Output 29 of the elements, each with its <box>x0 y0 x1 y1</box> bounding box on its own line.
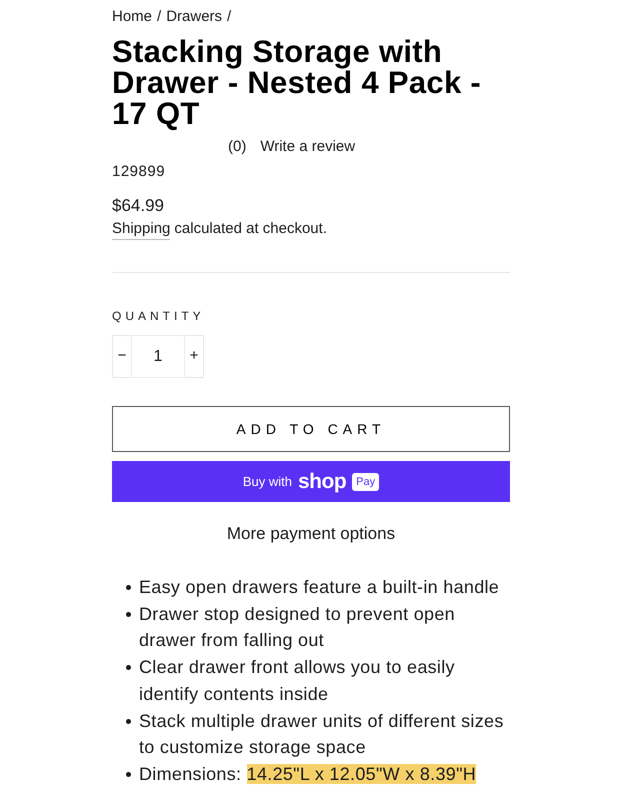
breadcrumb-link[interactable]: Home <box>112 7 152 27</box>
breadcrumb-separator: / <box>227 7 232 27</box>
bullet-icon <box>126 772 131 777</box>
feature-text: Drawer stop designed to prevent open drawer from falling out <box>139 602 456 652</box>
feature-text: Clear drawer front allows you to easily identify contents inside <box>139 656 456 706</box>
shipping-note: calculated at checkout. <box>174 219 327 239</box>
product-price: $64.99 <box>112 195 165 217</box>
feature-text: Dimensions: 14.25"L x 12.05"W x 8.39"H <box>139 762 478 786</box>
breadcrumb-link[interactable]: Drawers <box>166 7 222 27</box>
review-count: (0) <box>228 137 246 157</box>
bullet-icon <box>126 612 131 617</box>
quantity-input[interactable]: 1 <box>131 335 185 378</box>
bullet-icon <box>126 665 131 670</box>
breadcrumb-separator: / <box>157 7 162 27</box>
increment-button[interactable]: + <box>185 335 204 378</box>
bullet-icon <box>126 718 131 724</box>
sku-text: 129899 <box>112 162 166 182</box>
shop-pay-button[interactable]: Buy with shop Pay <box>112 461 510 502</box>
quantity-label: QUANTITY <box>112 308 206 324</box>
feature-text: Easy open drawers feature a built-in handle <box>139 576 500 599</box>
more-payment-options-link[interactable]: More payment options <box>226 523 396 545</box>
shipping-link[interactable]: Shipping <box>112 219 170 240</box>
feature-text: Stack multiple drawer units of different sizes to customize storage space <box>139 710 505 760</box>
product-title: Stacking Storage with Drawer - Nested 4 Pack - 17 QT <box>112 36 482 129</box>
decrement-button[interactable]: − <box>112 335 131 378</box>
write-review-link[interactable]: Write a review <box>260 137 356 157</box>
pay-badge: Pay <box>352 472 380 490</box>
bullet-icon <box>126 585 131 590</box>
add-to-cart-button[interactable]: ADD TO CART <box>112 406 510 452</box>
